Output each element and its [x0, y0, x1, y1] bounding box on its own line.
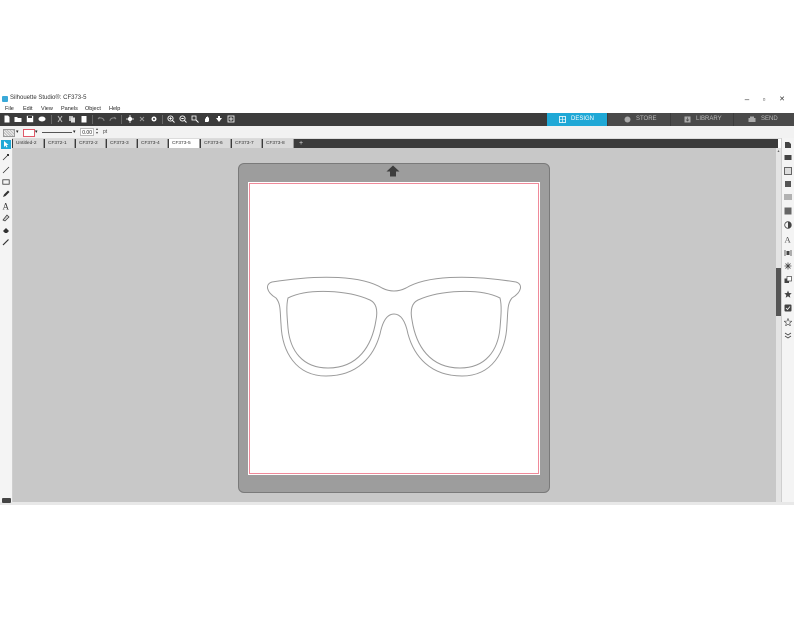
sketch-icon[interactable] — [784, 331, 792, 339]
rectangle-icon[interactable] — [2, 178, 10, 186]
text-icon[interactable]: A — [2, 202, 10, 210]
window-title: Silhouette Studio®: CF373-5 — [10, 95, 87, 101]
cut-icon[interactable] — [56, 115, 64, 123]
design-tab-label: DESIGN — [571, 116, 595, 122]
undo-icon[interactable] — [97, 115, 105, 123]
doc-tab[interactable]: CF372-1 — [45, 139, 75, 148]
library-tab[interactable]: LIBRARY — [671, 113, 733, 126]
line-color-swatch[interactable] — [23, 129, 35, 137]
fit-to-window-icon[interactable] — [227, 115, 235, 123]
store-globe-icon — [624, 116, 631, 123]
fill-panel-icon[interactable] — [784, 207, 792, 215]
feed-direction-arrow-icon — [386, 165, 400, 177]
modify-icon[interactable] — [784, 276, 792, 284]
gradient-icon[interactable] — [784, 221, 792, 229]
line-width-input[interactable]: 0.00 — [80, 128, 94, 136]
minimize-button[interactable]: – — [741, 94, 753, 105]
doc-tab[interactable]: CF373-7 — [232, 139, 262, 148]
toolbar-separator — [162, 115, 163, 124]
svg-text:A: A — [3, 202, 10, 210]
doc-tab[interactable]: CF373-4 — [138, 139, 168, 148]
menu-view[interactable]: View — [41, 105, 53, 113]
design-grid-icon — [559, 116, 566, 123]
send-tab-label: SEND — [761, 116, 778, 122]
send-icon — [748, 116, 756, 122]
svg-text:A: A — [785, 235, 792, 243]
menu-file[interactable]: File — [5, 105, 14, 113]
line-style-bar — [0, 126, 794, 139]
send-panel-icon[interactable] — [784, 154, 792, 162]
store-panel-icon[interactable] — [784, 180, 792, 188]
sunglasses-shape[interactable] — [262, 272, 526, 382]
trace-icon[interactable] — [784, 304, 792, 312]
align-icon[interactable] — [784, 249, 792, 257]
library-panel-icon[interactable] — [784, 167, 792, 175]
title-bar — [0, 94, 794, 105]
menu-panels[interactable]: Panels — [61, 105, 78, 113]
menu-edit[interactable]: Edit — [23, 105, 32, 113]
app-logo-icon — [2, 96, 8, 102]
line-style-dropdown-arrow[interactable]: ▾ — [73, 129, 76, 135]
zoom-in-icon[interactable] — [167, 115, 175, 123]
replicate-icon[interactable] — [784, 262, 792, 270]
store-tab[interactable]: STORE — [608, 113, 670, 126]
doc-tab[interactable]: CF373-6 — [201, 139, 231, 148]
knife-icon[interactable] — [2, 238, 10, 246]
point-edit-icon[interactable] — [2, 153, 10, 161]
print-icon[interactable] — [38, 115, 46, 123]
page-setup-icon[interactable] — [784, 141, 792, 149]
text-style-icon[interactable]: A — [784, 235, 792, 243]
group-icon[interactable] — [126, 115, 134, 123]
save-icon[interactable] — [26, 115, 34, 123]
fill-swatch[interactable] — [3, 129, 15, 137]
zoom-out-icon[interactable] — [179, 115, 187, 123]
maximize-button[interactable]: ▫ — [758, 94, 770, 105]
rhinestone-icon[interactable] — [784, 318, 792, 326]
paste-icon[interactable] — [80, 115, 88, 123]
doc-tab[interactable]: CF372-2 — [76, 139, 106, 148]
library-tab-label: LIBRARY — [696, 116, 722, 122]
quick-access-corner-icon[interactable] — [2, 498, 11, 503]
close-button[interactable]: ✕ — [776, 94, 788, 105]
line-color-dropdown-arrow[interactable]: ▾ — [35, 129, 38, 135]
release-compound-icon[interactable] — [150, 115, 158, 123]
line-width-unit: pt — [103, 129, 108, 135]
toolbar-separator — [92, 115, 93, 124]
store-tab-label: STORE — [636, 116, 657, 122]
fill-icon[interactable] — [2, 214, 10, 222]
line-style-preview[interactable] — [42, 132, 72, 133]
design-tab[interactable]: DESIGN — [547, 113, 607, 126]
pencil-icon[interactable] — [2, 190, 10, 198]
open-folder-icon[interactable] — [14, 115, 22, 123]
pan-hand-icon[interactable] — [203, 115, 211, 123]
fill-dropdown-arrow[interactable]: ▾ — [16, 129, 19, 135]
offset-icon[interactable] — [784, 290, 792, 298]
status-strip — [0, 502, 794, 505]
redo-icon[interactable] — [109, 115, 117, 123]
line-icon[interactable] — [2, 166, 10, 174]
doc-tab[interactable]: CF373-3 — [107, 139, 137, 148]
select-arrow-icon[interactable] — [1, 140, 11, 149]
toolbar-separator — [121, 115, 122, 124]
doc-tab-active[interactable]: CF373-5 — [169, 139, 200, 148]
toolbar-separator — [51, 115, 52, 124]
new-tab-plus-icon[interactable]: + — [297, 139, 305, 148]
new-file-icon[interactable] — [3, 115, 11, 123]
doc-tab[interactable]: CF373-8 — [263, 139, 294, 148]
menu-object[interactable]: Object — [85, 105, 101, 113]
fit-to-page-icon[interactable] — [215, 115, 223, 123]
menu-help[interactable]: Help — [109, 105, 120, 113]
doc-tab[interactable]: Untitled-2 — [13, 139, 44, 148]
ungroup-icon[interactable] — [138, 115, 146, 123]
library-icon — [684, 116, 691, 123]
line-style-icon[interactable] — [784, 193, 792, 201]
copy-icon[interactable] — [68, 115, 76, 123]
send-tab[interactable]: SEND — [734, 113, 794, 126]
line-width-stepper[interactable]: ▴ ▾ — [96, 127, 98, 135]
zoom-select-icon[interactable] — [191, 115, 199, 123]
eraser-icon[interactable] — [2, 226, 10, 234]
